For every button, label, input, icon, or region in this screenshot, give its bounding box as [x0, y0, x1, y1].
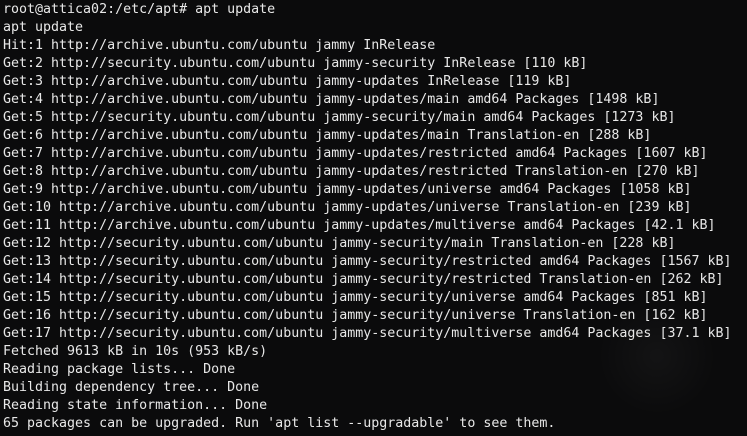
output-line: Get:12 http://security.ubuntu.com/ubuntu… [3, 236, 676, 251]
prompt-line: root@attica02:/etc/apt# apt update [3, 2, 276, 17]
output-line: 65 packages can be upgraded. Run 'apt li… [3, 416, 556, 431]
output-line: Get:3 http://archive.ubuntu.com/ubuntu j… [3, 74, 572, 89]
output-line: Reading package lists... Done [3, 362, 236, 377]
output-line: Get:5 http://security.ubuntu.com/ubuntu … [3, 110, 676, 125]
output-line: Get:11 http://archive.ubuntu.com/ubuntu … [3, 218, 716, 233]
output-line: Building dependency tree... Done [3, 380, 260, 395]
output-line: Get:15 http://security.ubuntu.com/ubuntu… [3, 290, 708, 305]
output-line: Get:6 http://archive.ubuntu.com/ubuntu j… [3, 128, 652, 143]
output-line: Hit:1 http://archive.ubuntu.com/ubuntu j… [3, 38, 436, 53]
output-line: Get:10 http://archive.ubuntu.com/ubuntu … [3, 200, 692, 215]
output-line: apt update [3, 20, 84, 35]
output-line: Get:16 http://security.ubuntu.com/ubuntu… [3, 308, 708, 323]
output-line: Get:8 http://archive.ubuntu.com/ubuntu j… [3, 164, 700, 179]
terminal-window[interactable]: root@attica02:/etc/apt# apt update apt u… [0, 0, 747, 436]
output-line: Get:14 http://security.ubuntu.com/ubuntu… [3, 272, 724, 287]
output-line: Get:13 http://security.ubuntu.com/ubuntu… [3, 254, 732, 269]
terminal-output: root@attica02:/etc/apt# apt update apt u… [3, 1, 747, 433]
output-line: Get:4 http://archive.ubuntu.com/ubuntu j… [3, 92, 660, 107]
output-line: Get:7 http://archive.ubuntu.com/ubuntu j… [3, 146, 708, 161]
output-line: Fetched 9613 kB in 10s (953 kB/s) [3, 344, 268, 359]
output-line: Get:17 http://security.ubuntu.com/ubuntu… [3, 326, 732, 341]
output-line: Get:2 http://security.ubuntu.com/ubuntu … [3, 56, 588, 71]
output-line: Reading state information... Done [3, 398, 268, 413]
output-line: Get:9 http://archive.ubuntu.com/ubuntu j… [3, 182, 692, 197]
